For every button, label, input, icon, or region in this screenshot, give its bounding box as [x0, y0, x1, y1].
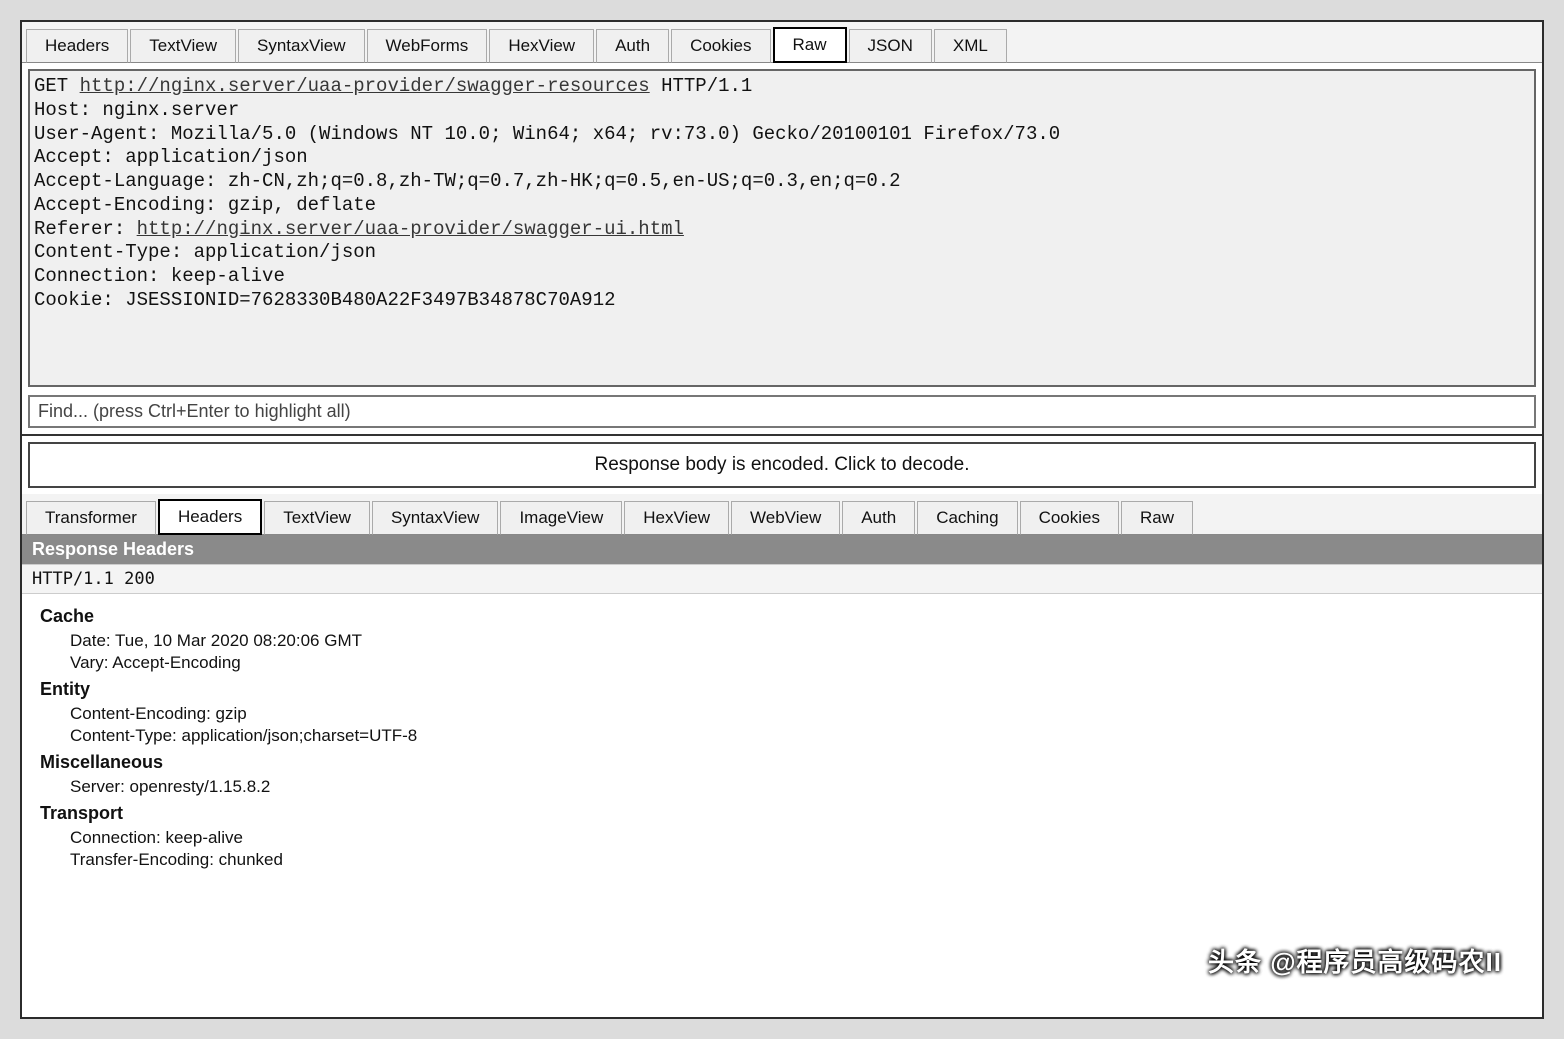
header-item: Content-Type: application/json;charset=U…	[70, 726, 1538, 746]
request-tab-hexview[interactable]: HexView	[489, 29, 594, 63]
request-tabbar: HeadersTextViewSyntaxViewWebFormsHexView…	[22, 22, 1542, 63]
response-tab-headers[interactable]: Headers	[158, 499, 262, 535]
header-item: Content-Encoding: gzip	[70, 704, 1538, 724]
request-tab-syntaxview[interactable]: SyntaxView	[238, 29, 365, 63]
response-tab-syntaxview[interactable]: SyntaxView	[372, 501, 499, 535]
header-item: Server: openresty/1.15.8.2	[70, 777, 1538, 797]
response-tab-webview[interactable]: WebView	[731, 501, 840, 535]
response-tab-transformer[interactable]: Transformer	[26, 501, 156, 535]
request-tab-xml[interactable]: XML	[934, 29, 1007, 63]
http-method: GET	[34, 75, 80, 97]
referer-url-link[interactable]: http://nginx.server/uaa-provider/swagger…	[137, 218, 684, 240]
header-group-transport: Transport	[40, 803, 1538, 824]
referer-label: Referer:	[34, 218, 137, 240]
response-headers-title: Response Headers	[22, 535, 1542, 564]
decode-banner[interactable]: Response body is encoded. Click to decod…	[28, 442, 1536, 488]
raw-request-content[interactable]: GET http://nginx.server/uaa-provider/swa…	[28, 69, 1536, 387]
request-tab-webforms[interactable]: WebForms	[367, 29, 488, 63]
header-group-miscellaneous: Miscellaneous	[40, 752, 1538, 773]
raw-request-panel: GET http://nginx.server/uaa-provider/swa…	[22, 63, 1542, 391]
header-item: Transfer-Encoding: chunked	[70, 850, 1538, 870]
request-tab-headers[interactable]: Headers	[26, 29, 128, 63]
header-group-cache: Cache	[40, 606, 1538, 627]
request-tab-raw[interactable]: Raw	[773, 27, 847, 63]
response-tab-raw[interactable]: Raw	[1121, 501, 1193, 535]
http-protocol: HTTP/1.1	[650, 75, 753, 97]
response-tab-cookies[interactable]: Cookies	[1020, 501, 1119, 535]
response-tab-imageview[interactable]: ImageView	[500, 501, 622, 535]
response-tab-auth[interactable]: Auth	[842, 501, 915, 535]
header-item: Connection: keep-alive	[70, 828, 1538, 848]
response-tab-caching[interactable]: Caching	[917, 501, 1017, 535]
request-tab-cookies[interactable]: Cookies	[671, 29, 770, 63]
response-headers-body: Cache Date: Tue, 10 Mar 2020 08:20:06 GMT…	[22, 594, 1542, 1017]
find-input[interactable]: Find... (press Ctrl+Enter to highlight a…	[28, 395, 1536, 428]
request-url-link[interactable]: http://nginx.server/uaa-provider/swagger…	[80, 75, 650, 97]
request-tab-json[interactable]: JSON	[849, 29, 932, 63]
response-status-line: HTTP/1.1 200	[22, 564, 1542, 594]
header-group-entity: Entity	[40, 679, 1538, 700]
response-tab-hexview[interactable]: HexView	[624, 501, 729, 535]
response-tab-textview[interactable]: TextView	[264, 501, 370, 535]
header-item: Vary: Accept-Encoding	[70, 653, 1538, 673]
request-tab-auth[interactable]: Auth	[596, 29, 669, 63]
response-tabbar: TransformerHeadersTextViewSyntaxViewImag…	[22, 494, 1542, 535]
header-item: Date: Tue, 10 Mar 2020 08:20:06 GMT	[70, 631, 1538, 651]
request-tab-textview[interactable]: TextView	[130, 29, 236, 63]
